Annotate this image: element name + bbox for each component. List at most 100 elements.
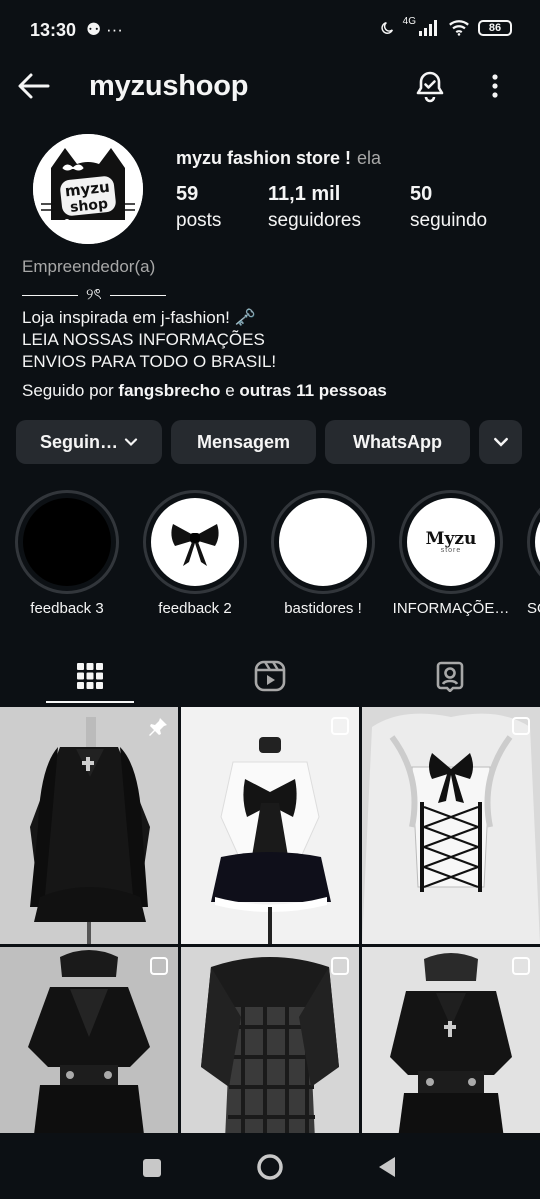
highlight-label: SO [527, 600, 540, 617]
tagged-icon [436, 661, 464, 692]
display-name-text: myzu fashion store ! [176, 148, 352, 168]
multiple-images-icon [150, 957, 168, 975]
followers-count[interactable]: 11,1 mil seguidores [268, 183, 361, 232]
wifi-icon [449, 20, 469, 36]
message-button[interactable]: Mensagem [171, 420, 316, 464]
recents-button[interactable] [141, 1157, 163, 1179]
highlight-ring [143, 490, 247, 594]
profile-category: Empreendedor(a) [22, 257, 156, 276]
highlight-feedback-3[interactable]: feedback 3 [15, 490, 119, 617]
chevron-down-icon [124, 438, 138, 447]
highlight-label: feedback 2 [158, 600, 232, 617]
cat-logo-image: myzu shop [33, 134, 143, 244]
following-count[interactable]: 50 seguindo [410, 183, 487, 232]
followed-by-prefix: Seguido por [22, 381, 114, 400]
bell-check-icon [416, 71, 444, 103]
bow-icon [171, 524, 219, 566]
status-right-icons: 4G 86 [379, 16, 512, 36]
pin-icon [149, 718, 167, 736]
arrow-left-icon [18, 73, 50, 99]
notification-icons: ⚉ ··· [86, 20, 123, 39]
back-button[interactable] [16, 68, 52, 104]
bio-line: Loja inspirada em j-fashion! 🗝️ [22, 308, 256, 327]
divider-line [109, 295, 166, 296]
followed-by-and: e [225, 381, 235, 400]
followed-by-others[interactable]: outras 11 pessoas [239, 381, 386, 400]
status-time: 13:30 [30, 20, 77, 40]
highlight-ring: Myzu store [399, 490, 503, 594]
post-thumbnail[interactable] [181, 707, 359, 944]
bio-ornament: ୨ৎ [86, 286, 102, 303]
more-options-button[interactable] [480, 68, 510, 104]
multiple-images-icon [331, 957, 349, 975]
message-button-label: Mensagem [196, 431, 291, 452]
highlight-cover [151, 498, 239, 586]
profile-bio: Loja inspirada em j-fashion! 🗝️ LEIA NOS… [22, 307, 276, 373]
tab-posts-grid[interactable] [0, 648, 180, 704]
bio-ornament-divider: ୨ৎ [22, 283, 166, 308]
posts-count[interactable]: 59 posts [176, 183, 221, 232]
following-button[interactable]: Seguin… [16, 420, 162, 464]
chevron-down-icon [493, 437, 508, 447]
grid-icon [77, 663, 103, 689]
bio-line: ENVIOS PARA TODO O BRASIL! [22, 352, 277, 371]
post-thumbnail[interactable] [362, 707, 540, 944]
highlight-feedback-2[interactable]: feedback 2 [143, 490, 247, 617]
divider-line [22, 295, 78, 296]
highlight-label: bastidores ! [284, 600, 362, 617]
multiple-images-icon [512, 957, 530, 975]
notifications-button[interactable] [412, 68, 448, 104]
profile-tabs [0, 648, 540, 704]
post-image [0, 707, 178, 944]
status-bar: 13:30 ⚉ ··· 4G 86 [0, 0, 540, 62]
highlight-cover [23, 498, 111, 586]
highlight-ring [271, 490, 375, 594]
network-type: 4G [402, 16, 416, 27]
highlight-cover [535, 498, 540, 586]
profile-username: myzushoop [89, 70, 249, 102]
battery-icon: 86 [478, 19, 512, 36]
stat-label: posts [176, 210, 222, 231]
pronouns: ela [357, 148, 382, 168]
profile-avatar[interactable]: myzu shop [33, 134, 143, 244]
multiple-images-icon [331, 717, 349, 735]
system-navigation-bar [0, 1133, 540, 1199]
followed-by-text[interactable]: Seguido por fangsbrecho e outras 11 pess… [22, 381, 387, 401]
whatsapp-button-label: WhatsApp [353, 431, 442, 452]
suggested-accounts-button[interactable] [479, 420, 522, 464]
following-button-label: Seguin… [39, 431, 118, 452]
highlight-cover [279, 498, 367, 586]
instagram-profile-screen: { "status_bar": { "time": "13:30", "left… [0, 0, 540, 1199]
highlight-partial[interactable]: SO [527, 490, 540, 617]
reels-icon [254, 660, 286, 692]
stat-label: seguidores [268, 210, 361, 231]
stat-label: seguindo [410, 210, 488, 231]
multiple-images-icon [512, 717, 530, 735]
tab-reels[interactable] [180, 648, 360, 704]
highlight-ring [527, 490, 540, 594]
highlight-informacoes[interactable]: Myzu store INFORMAÇÕE… [393, 490, 509, 617]
post-thumbnail[interactable] [0, 707, 178, 944]
highlight-label: feedback 3 [30, 600, 104, 617]
more-vertical-icon [492, 74, 498, 98]
followed-by-user[interactable]: fangsbrecho [118, 381, 220, 400]
highlight-cover-subtext: store [440, 546, 462, 554]
highlight-label: INFORMAÇÕE… [392, 600, 510, 617]
highlight-bastidores[interactable]: bastidores ! [271, 490, 375, 617]
post-image [362, 707, 540, 944]
post-image [181, 707, 359, 944]
bio-line: LEIA NOSSAS INFORMAÇÕES [22, 330, 265, 349]
home-button[interactable] [256, 1153, 284, 1181]
stat-value: 59 [176, 183, 199, 205]
highlight-ring [15, 490, 119, 594]
whatsapp-button[interactable]: WhatsApp [325, 420, 470, 464]
highlight-cover: Myzu store [407, 498, 495, 586]
back-nav-button[interactable] [376, 1155, 398, 1179]
top-navigation: myzushoop [0, 62, 540, 112]
signal-icon [419, 19, 437, 36]
tab-tagged[interactable] [360, 648, 540, 704]
highlight-cover-text: Myzu [425, 528, 477, 549]
moon-icon [381, 21, 393, 34]
stat-value: 50 [410, 183, 433, 205]
stat-value: 11,1 mil [268, 183, 341, 205]
